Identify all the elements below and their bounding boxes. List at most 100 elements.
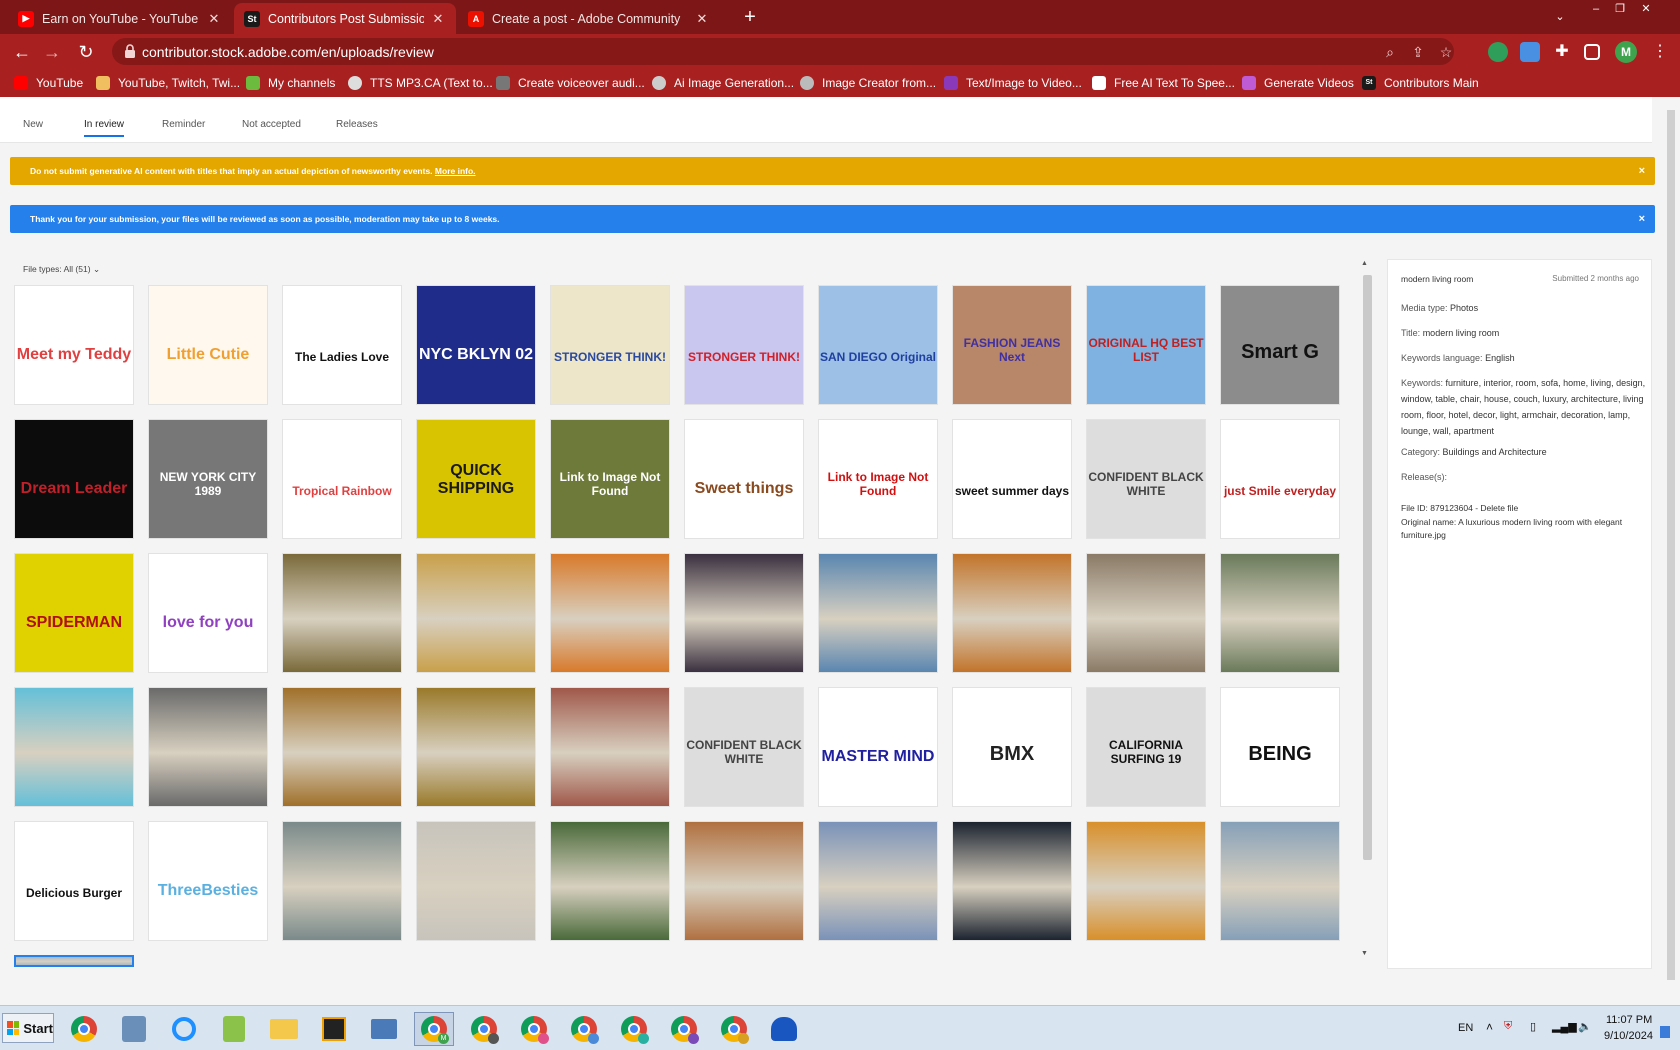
more-info-link[interactable]: More info.	[435, 166, 476, 176]
close-icon[interactable]: ✕	[206, 11, 222, 27]
thumbnail-item[interactable]	[148, 687, 268, 807]
menu-icon[interactable]: ⋮	[1648, 40, 1672, 64]
thumbnail-item[interactable]: CONFIDENT BLACK WHITE	[1086, 419, 1206, 539]
tab-contributors[interactable]: St Contributors Post Submission - In Re …	[234, 3, 456, 34]
scroll-down-icon[interactable]: ▼	[1361, 950, 1368, 957]
bookmark-free-ai-tts[interactable]: Free AI Text To Spee...	[1092, 69, 1235, 97]
network-icon[interactable]: ▂▄▆	[1552, 1020, 1577, 1033]
share-icon[interactable]: ⇪	[1409, 43, 1427, 61]
thumbnail-item[interactable]	[550, 821, 670, 941]
thumbnail-item[interactable]: Smart G	[1220, 285, 1340, 405]
thumbnail-item[interactable]	[416, 553, 536, 673]
thumbnail-item[interactable]: SAN DIEGO Original	[818, 285, 938, 405]
thumbnail-item[interactable]: STRONGER THINK!	[550, 285, 670, 405]
close-icon[interactable]: ×	[1639, 213, 1645, 225]
bookmark-ai-image[interactable]: Ai Image Generation...	[652, 69, 794, 97]
security-icon[interactable]: ⛨	[1504, 1020, 1512, 1033]
grid-scrollbar-thumb[interactable]	[1363, 275, 1372, 860]
bookmark-image-creator[interactable]: Image Creator from...	[800, 69, 936, 97]
extensions-puzzle-icon[interactable]: ✚	[1552, 42, 1572, 62]
notes-app-icon[interactable]	[214, 1012, 254, 1046]
new-tab-button[interactable]: +	[738, 5, 762, 29]
thumbnail-item[interactable]: The Ladies Love	[282, 285, 402, 405]
thumbnail-item[interactable]: BEING	[1220, 687, 1340, 807]
tab-releases[interactable]: Releases	[336, 119, 378, 130]
bookmark-text-image-video[interactable]: Text/Image to Video...	[944, 69, 1082, 97]
thumbnail-item[interactable]	[14, 687, 134, 807]
page-scrollbar-thumb[interactable]	[1667, 110, 1675, 980]
tab-reminder[interactable]: Reminder	[162, 119, 205, 130]
chrome-profile-icon[interactable]	[514, 1012, 554, 1046]
thumbnail-item[interactable]	[1220, 821, 1340, 941]
thumbnail-item[interactable]	[282, 821, 402, 941]
address-bar[interactable]: contributor.stock.adobe.com/en/uploads/r…	[112, 38, 1454, 65]
thumbnail-item[interactable]: Tropical Rainbow	[282, 419, 402, 539]
close-icon[interactable]: ✕	[694, 11, 710, 27]
close-icon[interactable]: ✕	[430, 11, 446, 27]
tab-adobe-community[interactable]: A Create a post - Adobe Community ✕	[458, 3, 720, 34]
media-app-icon[interactable]	[314, 1012, 354, 1046]
file-explorer-icon[interactable]	[264, 1012, 304, 1046]
thumbnail-item[interactable]: Link to Image Not Found	[818, 419, 938, 539]
language-indicator[interactable]: EN	[1458, 1022, 1473, 1034]
thumbnail-item[interactable]	[952, 821, 1072, 941]
tab-new[interactable]: New	[23, 119, 43, 130]
extension-grammarly-icon[interactable]	[1488, 42, 1508, 62]
audio-editor-icon[interactable]	[764, 1012, 804, 1046]
clock-time[interactable]: 11:07 PM	[1606, 1014, 1652, 1026]
window-close-icon[interactable]: ✕	[1636, 0, 1656, 18]
thumbnail-item[interactable]: BMX	[952, 687, 1072, 807]
thumbnail-item[interactable]	[550, 553, 670, 673]
bookmark-generate-videos[interactable]: Generate Videos	[1242, 69, 1354, 97]
extension-screenshot-icon[interactable]	[1520, 42, 1540, 62]
thumbnail-item[interactable]: Sweet things	[684, 419, 804, 539]
thumbnail-item[interactable]	[14, 955, 134, 967]
thumbnail-item[interactable]	[1220, 553, 1340, 673]
scroll-up-icon[interactable]: ▲	[1361, 260, 1368, 267]
bookmark-my-channels[interactable]: My channels	[246, 69, 335, 97]
thumbnail-item[interactable]: sweet summer days	[952, 419, 1072, 539]
bookmark-youtube[interactable]: YouTube	[14, 69, 83, 97]
file-type-filter[interactable]: File types: All (51) ⌄	[23, 264, 100, 275]
forward-button[interactable]: →	[40, 40, 64, 64]
side-panel-icon[interactable]	[1584, 44, 1600, 60]
thumbnail-item[interactable]: NYC BKLYN 02	[416, 285, 536, 405]
profile-app-icon[interactable]	[114, 1012, 154, 1046]
thumbnail-item[interactable]: love for you	[148, 553, 268, 673]
chrome-profile-m-icon[interactable]: M	[414, 1012, 454, 1046]
battery-icon[interactable]: ▯	[1530, 1020, 1536, 1033]
thumbnail-item[interactable]: FASHION JEANS Next	[952, 285, 1072, 405]
thumbnail-item[interactable]	[952, 553, 1072, 673]
thumbnail-item[interactable]	[282, 553, 402, 673]
thumbnail-item[interactable]: Dream Leader	[14, 419, 134, 539]
thumbnail-item[interactable]	[684, 821, 804, 941]
thumbnail-item[interactable]	[1086, 821, 1206, 941]
tab-not-accepted[interactable]: Not accepted	[242, 119, 301, 130]
file-id[interactable]: File ID: 879123604 - Delete file	[1401, 502, 1646, 515]
reload-button[interactable]: ↻	[74, 40, 98, 64]
internet-explorer-icon[interactable]	[164, 1012, 204, 1046]
zoom-icon[interactable]: ⌕	[1381, 43, 1399, 61]
bookmark-tts-mp3[interactable]: TTS MP3.CA (Text to...	[348, 69, 493, 97]
thumbnail-item[interactable]: CONFIDENT BLACK WHITE	[684, 687, 804, 807]
thumbnail-item[interactable]: Delicious Burger	[14, 821, 134, 941]
volume-icon[interactable]: 🔈	[1578, 1020, 1592, 1033]
thumbnail-item[interactable]	[550, 687, 670, 807]
thumbnail-item[interactable]: QUICK SHIPPING	[416, 419, 536, 539]
thumbnail-item[interactable]	[282, 687, 402, 807]
thumbnail-item[interactable]: MASTER MIND	[818, 687, 938, 807]
thumbnail-item[interactable]: CALIFORNIA SURFING 19	[1086, 687, 1206, 807]
notification-icon[interactable]	[1660, 1026, 1670, 1038]
thumbnail-item[interactable]	[818, 821, 938, 941]
minimize-icon[interactable]: –	[1586, 0, 1606, 18]
thumbnail-item[interactable]: ThreeBesties	[148, 821, 268, 941]
bookmark-youtube-twitch[interactable]: YouTube, Twitch, Twi...	[96, 69, 240, 97]
clock-date[interactable]: 9/10/2024	[1604, 1030, 1653, 1042]
start-button[interactable]: Start	[2, 1013, 54, 1043]
thumbnail-item[interactable]: Little Cutie	[148, 285, 268, 405]
thumbnail-item[interactable]: just Smile everyday	[1220, 419, 1340, 539]
thumbnail-item[interactable]: NEW YORK CITY 1989	[148, 419, 268, 539]
tab-search-icon[interactable]: ⌄	[1550, 8, 1570, 26]
page-scrollbar[interactable]	[1665, 98, 1675, 1003]
chrome-profile-icon[interactable]	[564, 1012, 604, 1046]
